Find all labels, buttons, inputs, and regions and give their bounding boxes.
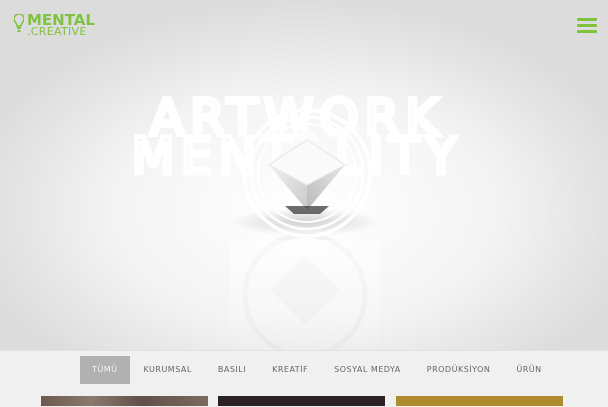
filter-tab-corporate[interactable]: KURUMSAL <box>132 356 204 384</box>
filter-tabs: TÜMÜ KURUMSAL BASILI KREATİF SOSYAL MEDY… <box>80 356 556 384</box>
bulb-icon <box>14 14 24 32</box>
filter-tab-production[interactable]: PRODÜKSİYON <box>415 356 503 384</box>
brand-logo[interactable]: MENTAL .CREATIVE <box>14 12 104 40</box>
portfolio-thumbnail[interactable] <box>396 396 563 406</box>
filter-tab-product[interactable]: ÜRÜN <box>504 356 553 384</box>
hero-banner: ARTWORK MENTALITY <box>0 0 608 350</box>
filter-tab-all[interactable]: TÜMÜ <box>80 356 130 384</box>
portfolio-thumbnail[interactable] <box>218 396 385 406</box>
hamburger-menu-icon[interactable] <box>577 16 597 34</box>
filter-tab-creative[interactable]: KREATİF <box>260 356 320 384</box>
hero-artwork: ARTWORK MENTALITY <box>129 87 459 350</box>
filter-tab-print[interactable]: BASILI <box>206 356 258 384</box>
portfolio-thumbnail[interactable] <box>41 396 208 406</box>
brand-subtitle: .CREATIVE <box>27 25 87 38</box>
filter-tab-social-media[interactable]: SOSYAL MEDYA <box>322 356 413 384</box>
